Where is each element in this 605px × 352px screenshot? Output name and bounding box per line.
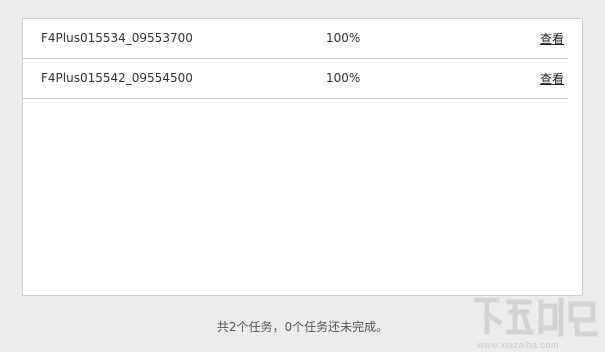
view-link[interactable]: 查看 [540,30,564,47]
watermark-logo: www.xiazaiba.com [471,292,599,350]
view-link[interactable]: 查看 [540,70,564,87]
watermark-logo-icon [474,297,598,337]
task-progress: 100% [326,71,361,85]
watermark-text: www.xiazaiba.com [477,340,560,350]
task-progress: 100% [326,31,361,45]
task-row: F4Plus015542_09554500 100% 查看 [23,59,568,99]
task-list: F4Plus015534_09553700 100% 查看 F4Plus0155… [23,19,568,99]
task-panel: F4Plus015534_09553700 100% 查看 F4Plus0155… [22,18,583,296]
task-name: F4Plus015542_09554500 [41,71,193,85]
task-row: F4Plus015534_09553700 100% 查看 [23,19,568,59]
task-name: F4Plus015534_09553700 [41,31,193,45]
